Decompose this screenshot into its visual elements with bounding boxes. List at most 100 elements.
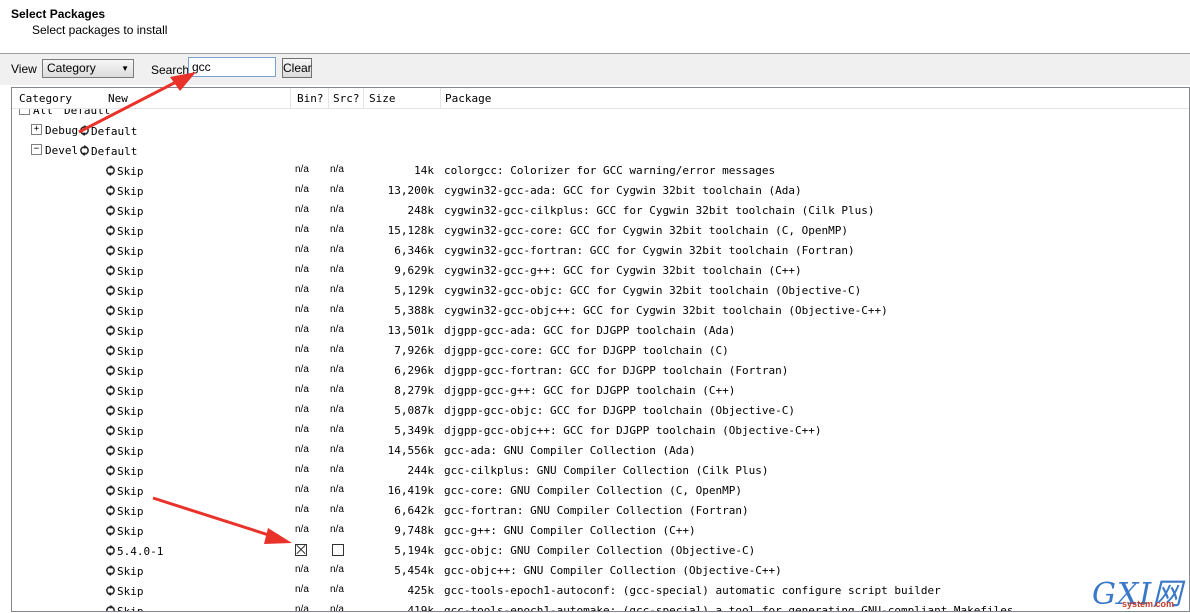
table-row[interactable]: Skip n/a n/a 9,748k gcc-g++: GNU Compiler Co… bbox=[12, 520, 1189, 540]
package-cell: djgpp-gcc-objc: GCC for DJGPP toolchain … bbox=[444, 404, 795, 417]
table-row[interactable]: Skip n/a n/a 248k cygwin32-gcc-cilkplus: GCC… bbox=[12, 200, 1189, 220]
table-row[interactable]: Skip n/a n/a 13,200k cygwin32-gcc-ada: GCC f… bbox=[12, 180, 1189, 200]
column-divider[interactable] bbox=[363, 88, 364, 108]
new-action-label: Skip bbox=[117, 405, 144, 418]
src-cell: n/a bbox=[330, 184, 344, 195]
table-row[interactable]: Skip n/a n/a 13,501k djgpp-gcc-ada: GCC for … bbox=[12, 320, 1189, 340]
tree-state-devel[interactable]: Default bbox=[79, 144, 137, 158]
tree-row-debug[interactable]: + Debug Default bbox=[12, 120, 1189, 140]
package-cell: gcc-tools-epoch1-automake: (gcc-special)… bbox=[444, 604, 1014, 612]
view-label: View bbox=[11, 62, 37, 76]
new-action-cell[interactable]: Skip bbox=[105, 324, 144, 338]
package-cell: cygwin32-gcc-objc++: GCC for Cygwin 32bi… bbox=[444, 304, 888, 317]
src-checkbox[interactable] bbox=[332, 544, 344, 556]
new-action-label: Skip bbox=[117, 265, 144, 278]
cycle-icon bbox=[106, 285, 115, 296]
column-size[interactable]: Size bbox=[369, 92, 396, 105]
new-action-cell[interactable]: Skip bbox=[105, 384, 144, 398]
table-row[interactable]: Skip n/a n/a 6,642k gcc-fortran: GNU Compile… bbox=[12, 500, 1189, 520]
table-row[interactable]: Skip n/a n/a 14k colorgcc: Colorizer for GCC… bbox=[12, 160, 1189, 180]
bin-checkbox[interactable] bbox=[295, 544, 307, 556]
new-action-cell[interactable]: 5.4.0-1 bbox=[105, 544, 163, 558]
search-input[interactable] bbox=[188, 57, 276, 77]
cycle-icon bbox=[106, 605, 115, 611]
bin-cell: n/a bbox=[295, 304, 309, 315]
table-row[interactable]: Skip n/a n/a 5,129k cygwin32-gcc-objc: GCC f… bbox=[12, 280, 1189, 300]
new-action-label: Skip bbox=[117, 465, 144, 478]
new-action-cell[interactable]: Skip bbox=[105, 284, 144, 298]
new-action-label: Skip bbox=[117, 585, 144, 598]
new-action-cell[interactable]: Skip bbox=[105, 364, 144, 378]
cycle-icon bbox=[106, 565, 115, 576]
src-cell: n/a bbox=[330, 604, 344, 612]
table-row[interactable]: Skip n/a n/a 244k gcc-cilkplus: GNU Compiler… bbox=[12, 460, 1189, 480]
size-cell: 6,346k bbox=[394, 244, 434, 257]
size-cell: 6,296k bbox=[394, 364, 434, 377]
table-row[interactable]: Skip n/a n/a 16,419k gcc-core: GNU Compiler … bbox=[12, 480, 1189, 500]
tree-state-debug-label: Default bbox=[91, 125, 138, 138]
new-action-label: Skip bbox=[117, 345, 144, 358]
tree-label-devel: Devel bbox=[45, 144, 79, 157]
column-bin[interactable]: Bin? bbox=[297, 92, 324, 105]
column-divider[interactable] bbox=[440, 88, 441, 108]
new-action-label: Skip bbox=[117, 505, 144, 518]
column-category[interactable]: Category bbox=[19, 92, 72, 105]
tree-row-devel[interactable]: − Devel Default bbox=[12, 140, 1189, 160]
new-action-cell[interactable]: Skip bbox=[105, 224, 144, 238]
new-action-cell[interactable]: Skip bbox=[105, 484, 144, 498]
table-row[interactable]: Skip n/a n/a 419k gcc-tools-epoch1-automake:… bbox=[12, 600, 1189, 612]
new-action-cell[interactable]: Skip bbox=[105, 304, 144, 318]
new-action-cell[interactable]: Skip bbox=[105, 184, 144, 198]
column-src[interactable]: Src? bbox=[333, 92, 360, 105]
bin-cell: n/a bbox=[295, 464, 309, 475]
table-row[interactable]: Skip n/a n/a 5,087k djgpp-gcc-objc: GCC for … bbox=[12, 400, 1189, 420]
new-action-cell[interactable]: Skip bbox=[105, 464, 144, 478]
package-cell: colorgcc: Colorizer for GCC warning/erro… bbox=[444, 164, 776, 177]
table-row[interactable]: Skip n/a n/a 6,346k cygwin32-gcc-fortran: GC… bbox=[12, 240, 1189, 260]
new-action-cell[interactable]: Skip bbox=[105, 344, 144, 358]
column-new[interactable]: New bbox=[108, 92, 128, 105]
new-action-cell[interactable]: Skip bbox=[105, 264, 144, 278]
size-cell: 5,194k bbox=[394, 544, 434, 557]
size-cell: 5,087k bbox=[394, 404, 434, 417]
clear-button[interactable]: Clear bbox=[282, 58, 312, 78]
new-action-cell[interactable]: Skip bbox=[105, 404, 144, 418]
column-divider[interactable] bbox=[328, 88, 329, 108]
package-cell: gcc-objc: GNU Compiler Collection (Objec… bbox=[444, 544, 756, 557]
size-cell: 5,129k bbox=[394, 284, 434, 297]
expand-icon[interactable]: + bbox=[31, 124, 42, 135]
table-row[interactable]: Skip n/a n/a 425k gcc-tools-epoch1-autoconf:… bbox=[12, 580, 1189, 600]
new-action-cell[interactable]: Skip bbox=[105, 584, 144, 598]
table-row[interactable]: Skip n/a n/a 6,296k djgpp-gcc-fortran: GCC f… bbox=[12, 360, 1189, 380]
new-action-cell[interactable]: Skip bbox=[105, 444, 144, 458]
new-action-cell[interactable]: Skip bbox=[105, 244, 144, 258]
column-package[interactable]: Package bbox=[445, 92, 491, 105]
new-action-cell[interactable]: Skip bbox=[105, 204, 144, 218]
tree-state-debug[interactable]: Default bbox=[79, 124, 137, 138]
bin-cell: n/a bbox=[295, 204, 309, 215]
column-divider[interactable] bbox=[290, 88, 291, 108]
table-row[interactable]: Skip n/a n/a 5,349k djgpp-gcc-objc++: GCC fo… bbox=[12, 420, 1189, 440]
new-action-cell[interactable]: Skip bbox=[105, 564, 144, 578]
package-cell: djgpp-gcc-g++: GCC for DJGPP toolchain (… bbox=[444, 384, 736, 397]
table-row[interactable]: Skip n/a n/a 9,629k cygwin32-gcc-g++: GCC fo… bbox=[12, 260, 1189, 280]
new-action-cell[interactable]: Skip bbox=[105, 504, 144, 518]
new-action-cell[interactable]: Skip bbox=[105, 524, 144, 538]
table-row[interactable]: Skip n/a n/a 5,388k cygwin32-gcc-objc++: GCC… bbox=[12, 300, 1189, 320]
new-action-label: Skip bbox=[117, 305, 144, 318]
bin-cell: n/a bbox=[295, 264, 309, 275]
table-row[interactable]: Skip n/a n/a 8,279k djgpp-gcc-g++: GCC for D… bbox=[12, 380, 1189, 400]
table-row[interactable]: Skip n/a n/a 7,926k djgpp-gcc-core: GCC for … bbox=[12, 340, 1189, 360]
collapse-icon[interactable]: − bbox=[31, 144, 42, 155]
table-row[interactable]: 5.4.0-1 5,194k gcc-objc: GNU Compiler Coll… bbox=[12, 540, 1189, 560]
package-list[interactable]: Category New Bin? Src? Size Package − Al… bbox=[11, 87, 1190, 612]
new-action-cell[interactable]: Skip bbox=[105, 164, 144, 178]
new-action-cell[interactable]: Skip bbox=[105, 424, 144, 438]
view-dropdown[interactable]: Category ▼ bbox=[42, 59, 134, 78]
tree-label-debug: Debug bbox=[45, 124, 79, 137]
new-action-cell[interactable]: Skip bbox=[105, 604, 144, 611]
table-row[interactable]: Skip n/a n/a 14,556k gcc-ada: GNU Compiler C… bbox=[12, 440, 1189, 460]
table-row[interactable]: Skip n/a n/a 5,454k gcc-objc++: GNU Compiler… bbox=[12, 560, 1189, 580]
size-cell: 14k bbox=[414, 164, 434, 177]
table-row[interactable]: Skip n/a n/a 15,128k cygwin32-gcc-core: GCC … bbox=[12, 220, 1189, 240]
